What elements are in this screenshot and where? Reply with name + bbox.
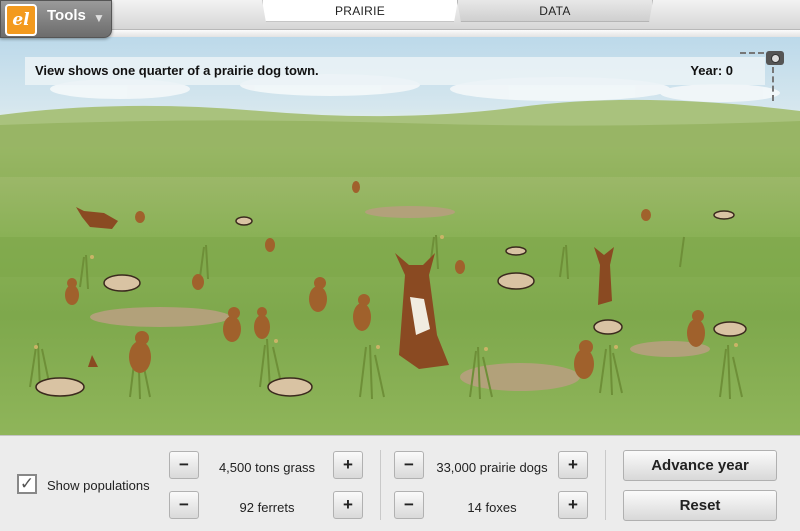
foxes-value: 14 foxes bbox=[467, 500, 517, 515]
chevron-down-icon: ▼ bbox=[93, 11, 105, 25]
grass-decrease-button[interactable]: − bbox=[169, 451, 199, 479]
prairie-dogs-increase-button[interactable]: + bbox=[558, 451, 588, 479]
top-bar: PRAIRIE DATA bbox=[0, 0, 800, 30]
grass-value: 4,500 tons grass bbox=[218, 460, 316, 475]
tools-label: Tools bbox=[47, 7, 86, 24]
reset-button[interactable]: Reset bbox=[623, 490, 777, 521]
prairie-illustration bbox=[0, 74, 800, 400]
divider bbox=[605, 450, 606, 520]
tab-data[interactable]: DATA bbox=[457, 0, 653, 22]
prairie-dogs-value: 33,000 prairie dogs bbox=[436, 460, 548, 475]
foxes-increase-button[interactable]: + bbox=[558, 491, 588, 519]
prairie-dogs-decrease-button[interactable]: − bbox=[394, 451, 424, 479]
tab-strip bbox=[0, 30, 800, 37]
show-populations-label: Show populations bbox=[47, 478, 150, 493]
gizmo-window: PRAIRIE DATA el Tools ▼ View shows one q… bbox=[0, 0, 800, 531]
tools-menu-button[interactable]: el Tools ▼ bbox=[0, 0, 112, 38]
view-description: View shows one quarter of a prairie dog … bbox=[35, 63, 319, 78]
camera-guide-line bbox=[740, 52, 764, 54]
controls-panel: ✓ Show populations − 4,500 tons grass + … bbox=[0, 435, 800, 531]
foxes-decrease-button[interactable]: − bbox=[394, 491, 424, 519]
show-populations-checkbox[interactable]: ✓ bbox=[17, 474, 37, 494]
ferrets-increase-button[interactable]: + bbox=[333, 491, 363, 519]
divider bbox=[380, 450, 381, 520]
check-icon: ✓ bbox=[19, 474, 35, 493]
info-banner: View shows one quarter of a prairie dog … bbox=[25, 57, 765, 85]
tab-prairie[interactable]: PRAIRIE bbox=[262, 0, 458, 22]
camera-guide-line bbox=[772, 67, 774, 101]
ferrets-decrease-button[interactable]: − bbox=[169, 491, 199, 519]
advance-year-button[interactable]: Advance year bbox=[623, 450, 777, 481]
year-display: Year: 0 bbox=[690, 63, 733, 78]
grass-increase-button[interactable]: + bbox=[333, 451, 363, 479]
explorelearning-logo-icon: el bbox=[5, 4, 37, 36]
prairie-scene: View shows one quarter of a prairie dog … bbox=[0, 37, 800, 435]
camera-icon[interactable] bbox=[766, 51, 784, 65]
ferrets-value: 92 ferrets bbox=[239, 500, 295, 515]
